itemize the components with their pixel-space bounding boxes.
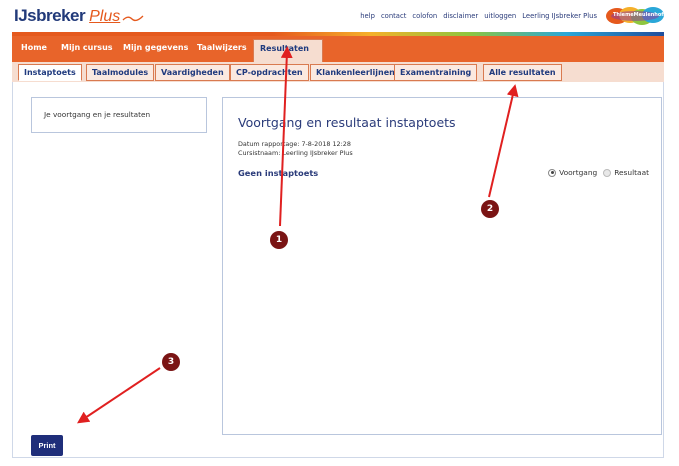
voortgang-label[interactable]: Voortgang (559, 168, 597, 177)
user-name: Leerling IJsbreker Plus (522, 12, 597, 20)
tab-klankenleerlijnen[interactable]: Klankenleerlijnen (310, 64, 401, 81)
logo-text: IJsbreker (14, 6, 86, 25)
print-button[interactable]: Print (31, 435, 63, 456)
nav-resultaten-active[interactable]: Resultaten (253, 39, 323, 62)
colofon-link[interactable]: colofon (412, 12, 437, 20)
badge-text: ThiemeMeulenhoff (613, 12, 666, 18)
annotation-marker-3: 3 (162, 353, 180, 371)
tab-taalmodules[interactable]: Taalmodules (86, 64, 155, 81)
uitloggen-link[interactable]: uitloggen (484, 12, 516, 20)
page-title: Voortgang en resultaat instaptoets (238, 115, 456, 130)
resultaat-label[interactable]: Resultaat (614, 168, 649, 177)
nav-taalwijzers[interactable]: Taalwijzers (197, 43, 247, 52)
annotation-marker-2: 2 (481, 200, 499, 218)
logo-swoosh-icon (122, 15, 144, 22)
logo-plus-text: Plus (89, 8, 121, 25)
sub-nav: Instaptoets Taalmodules Vaardigheden CP-… (12, 62, 664, 82)
tab-vaardigheden[interactable]: Vaardigheden (155, 64, 230, 81)
ijsbreker-logo[interactable]: IJsbreker Plus (14, 4, 144, 26)
main-nav: Home Mijn cursus Mijn gegevens Taalwijze… (12, 36, 664, 62)
top-links: help contact colofon disclaimer uitlogge… (360, 12, 597, 20)
tab-instaptoets[interactable]: Instaptoets (18, 64, 82, 81)
tab-cp-opdrachten[interactable]: CP-opdrachten (230, 64, 309, 81)
tab-alle-resultaten[interactable]: Alle resultaten (483, 64, 562, 81)
thiememeulenhoff-badge: ThiemeMeulenhoff (605, 6, 665, 26)
nav-mijn-cursus[interactable]: Mijn cursus (61, 43, 113, 52)
disclaimer-link[interactable]: disclaimer (443, 12, 478, 20)
results-panel: Voortgang en resultaat instaptoets Datum… (222, 97, 662, 435)
resultaat-radio[interactable] (603, 168, 612, 177)
voortgang-radio[interactable] (548, 168, 557, 177)
nav-mijn-gegevens[interactable]: Mijn gegevens (123, 43, 188, 52)
status-text: Geen instaptoets (238, 168, 319, 178)
contact-link[interactable]: contact (381, 12, 406, 20)
view-toggle: Voortgang Resultaat (548, 168, 649, 177)
sidebar-item-voortgang[interactable]: Je voortgang en je resultaten (44, 110, 150, 119)
top-header: IJsbreker Plus help contact colofon disc… (0, 0, 679, 30)
student-name: Cursistnaam: Leerling IJsbreker Plus (238, 149, 353, 157)
help-link[interactable]: help (360, 12, 375, 20)
sidebar-box: Je voortgang en je resultaten (31, 97, 207, 133)
nav-resultaten-label: Resultaten (260, 44, 309, 53)
report-date: Datum rapportage: 7-8-2018 12:28 (238, 140, 351, 148)
tab-examentraining[interactable]: Examentraining (394, 64, 478, 81)
nav-home[interactable]: Home (21, 43, 47, 52)
annotation-marker-1: 1 (270, 231, 288, 249)
